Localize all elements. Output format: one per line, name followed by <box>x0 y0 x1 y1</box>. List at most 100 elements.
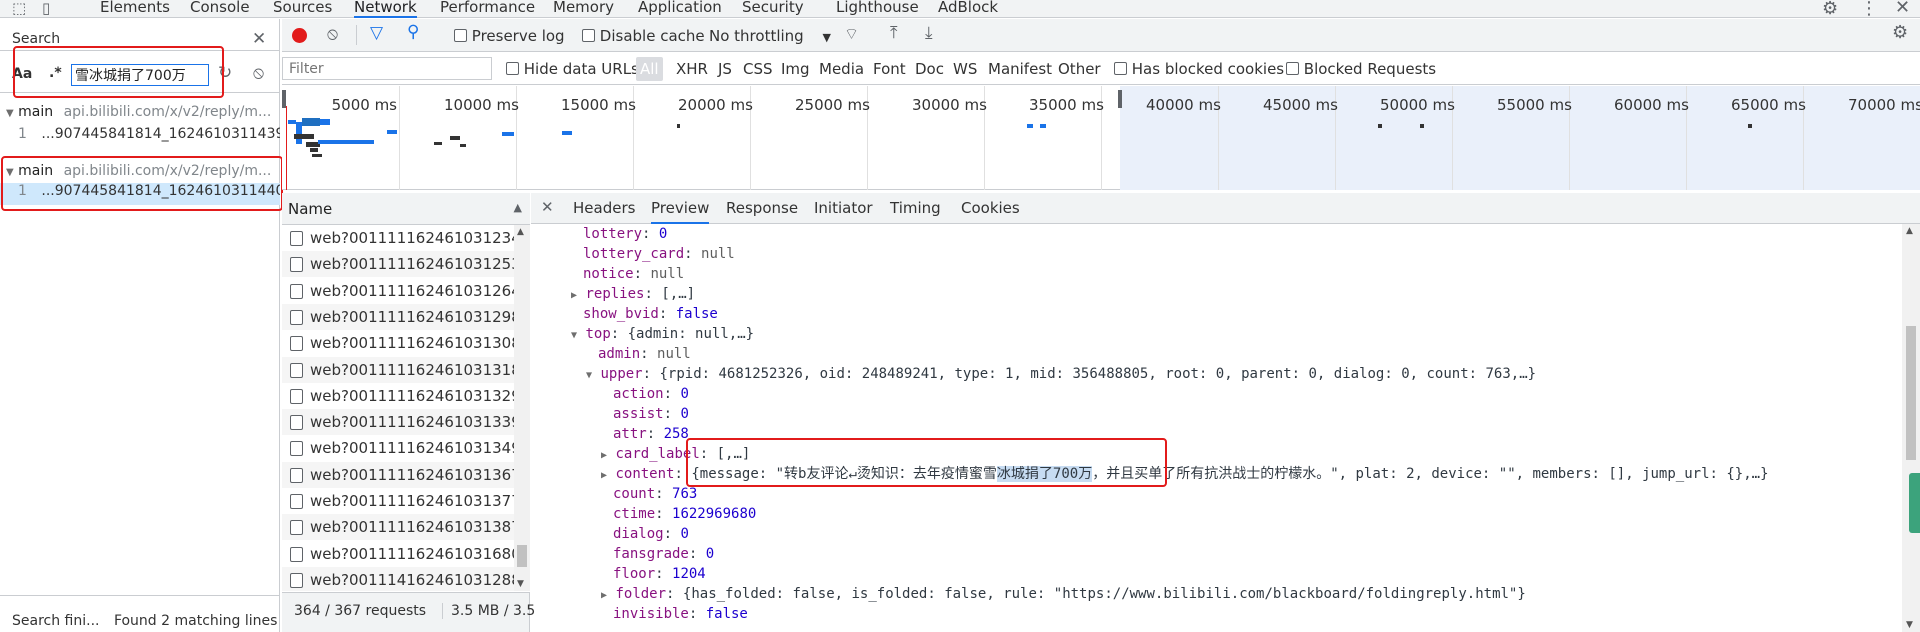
device-toolbar-icon[interactable]: ▯ <box>42 1 50 16</box>
refresh-icon[interactable]: ↻ <box>218 65 232 82</box>
has-blocked-cookies-checkbox[interactable]: Has blocked cookies <box>1114 60 1284 78</box>
tab-response[interactable]: Response <box>726 193 798 224</box>
close-icon[interactable]: ✕ <box>1895 0 1910 17</box>
throttling-select[interactable]: No throttling ▼ <box>709 27 831 47</box>
network-conditions-icon[interactable]: ⌔ <box>844 26 859 42</box>
search-result-line[interactable]: 1 ...907445841814_1624610311440({... <box>0 183 280 205</box>
expand-triangle-icon[interactable]: ▶ <box>601 590 607 601</box>
tab-memory[interactable]: Memory <box>553 0 614 18</box>
request-row[interactable]: web?00111116246103131881 <box>282 356 526 383</box>
regex-toggle[interactable]: .* <box>49 65 62 81</box>
overview-handle[interactable] <box>1118 90 1122 108</box>
disable-cache-checkbox[interactable]: Disable cache <box>582 27 705 45</box>
tab-timing[interactable]: Timing <box>890 193 941 224</box>
inspect-element-icon[interactable]: ⬚ <box>12 1 26 16</box>
scroll-thumb[interactable] <box>517 545 527 567</box>
search-result-group[interactable]: ▼ main api.bilibili.com/x/v2/reply/m... <box>6 163 276 185</box>
type-filter-font[interactable]: Font <box>873 60 906 78</box>
type-filter-js[interactable]: JS <box>718 60 732 78</box>
type-filter-media[interactable]: Media <box>819 60 864 78</box>
request-row[interactable]: web?00111116246103134951 <box>282 435 526 462</box>
tab-performance[interactable]: Performance <box>440 0 535 18</box>
search-status-right: Found 2 matching lines ... <box>113 613 296 629</box>
clear-log-icon[interactable]: ⦸ <box>327 26 338 43</box>
search-icon[interactable]: ⚲ <box>407 24 419 41</box>
side-widget[interactable] <box>1909 473 1920 533</box>
type-filter-other[interactable]: Other <box>1058 60 1101 78</box>
tab-headers[interactable]: Headers <box>573 193 635 224</box>
hide-data-urls-checkbox[interactable]: Hide data URLs <box>506 60 639 78</box>
request-name: web?00111116246103125381 <box>310 255 526 274</box>
collapse-triangle-icon[interactable]: ▼ <box>571 330 577 341</box>
search-result-group[interactable]: ▼ main api.bilibili.com/x/v2/reply/m... <box>6 104 276 126</box>
json-line-card-label[interactable]: ▶ card_label: [,…] <box>601 444 750 466</box>
json-line-top[interactable]: ▼ top: {admin: null,…} <box>571 324 754 346</box>
scroll-down-icon[interactable]: ▼ <box>517 579 524 589</box>
request-row[interactable]: web?00111116246103133921 <box>282 409 526 436</box>
type-filter-img[interactable]: Img <box>781 60 810 78</box>
tab-security[interactable]: Security <box>742 0 804 18</box>
request-row[interactable]: web?00111416246103128831 <box>282 566 526 591</box>
search-result-line[interactable]: 1 ...907445841814_1624610311439({... <box>18 126 280 148</box>
search-input[interactable] <box>71 64 209 86</box>
request-row[interactable]: web?00111116246103125381 <box>282 251 526 278</box>
json-line-content[interactable]: ▶ content: {message: "转b友评论↵烫知识：去年疫情蜜雪冰城… <box>601 464 1769 486</box>
json-line-folder[interactable]: ▶ folder: {has_folded: false, is_folded:… <box>601 584 1526 606</box>
more-icon[interactable]: ⋮ <box>1860 0 1878 18</box>
import-har-icon[interactable]: ⤒ <box>890 25 898 42</box>
request-row[interactable]: web?00111116246103130861 <box>282 330 526 357</box>
json-line-upper[interactable]: ▼ upper: {rpid: 4681252326, oid: 2484892… <box>586 364 1536 386</box>
request-row[interactable]: web?00111116246103132901 <box>282 382 526 409</box>
request-row[interactable]: web?00111116246103126491 <box>282 277 526 304</box>
close-detail-icon[interactable]: ✕ <box>541 200 554 215</box>
type-filter-css[interactable]: CSS <box>743 60 773 78</box>
filter-input[interactable] <box>282 57 492 80</box>
preview-scrollbar[interactable]: ▲ ▼ <box>1902 224 1920 632</box>
close-search-icon[interactable]: ✕ <box>252 31 266 48</box>
json-line-replies[interactable]: ▶ replies: [,…] <box>571 284 695 306</box>
tab-adblock[interactable]: AdBlock <box>938 0 998 18</box>
tab-initiator[interactable]: Initiator <box>814 193 873 224</box>
network-settings-icon[interactable]: ⚙ <box>1892 24 1908 42</box>
collapse-triangle-icon[interactable]: ▼ <box>586 370 592 381</box>
type-filter-xhr[interactable]: XHR <box>676 60 708 78</box>
expand-triangle-icon[interactable]: ▶ <box>571 290 577 301</box>
request-row[interactable]: web?00111116246103137741 <box>282 488 526 514</box>
tab-application[interactable]: Application <box>638 0 722 18</box>
request-row[interactable]: web?00111116246103136721 <box>282 461 526 488</box>
tab-sources[interactable]: Sources <box>273 0 332 18</box>
request-list[interactable]: Name ▲ web?00111116246103123461 web?00111… <box>282 193 530 591</box>
json-line-fansgrade: fansgrade: 0 <box>613 546 715 562</box>
request-row[interactable]: web?00111116246103129851 <box>282 303 526 330</box>
scroll-up-icon[interactable]: ▲ <box>517 227 524 237</box>
match-case-toggle[interactable]: Aa <box>12 66 32 82</box>
scrollbar[interactable]: ▲ ▼ <box>514 225 530 591</box>
scroll-up-icon[interactable]: ▲ <box>1906 226 1913 236</box>
blocked-requests-checkbox[interactable]: Blocked Requests <box>1286 60 1436 78</box>
preserve-log-checkbox[interactable]: Preserve log <box>454 27 565 45</box>
export-har-icon[interactable]: ⤓ <box>925 25 933 42</box>
type-filter-manifest[interactable]: Manifest <box>988 60 1052 78</box>
type-filter-all[interactable]: All <box>636 57 663 81</box>
tab-elements[interactable]: Elements <box>100 0 170 18</box>
tab-cookies[interactable]: Cookies <box>961 193 1020 224</box>
scroll-down-icon[interactable]: ▼ <box>1906 620 1913 630</box>
request-row[interactable]: web?00111116246103168061 <box>282 540 526 567</box>
network-overview[interactable]: 5000 ms 10000 ms 15000 ms 20000 ms 25000 ms 3… <box>282 86 1920 190</box>
scroll-thumb[interactable] <box>1906 326 1916 460</box>
clear-icon[interactable]: ⦸ <box>253 65 264 82</box>
filter-icon[interactable]: ▽ <box>370 25 383 42</box>
request-row[interactable]: web?00111116246103138761 <box>282 514 526 541</box>
type-filter-doc[interactable]: Doc <box>915 60 944 78</box>
tab-lighthouse[interactable]: Lighthouse <box>836 0 919 18</box>
name-column-header[interactable]: Name ▲ <box>282 193 530 225</box>
expand-triangle-icon[interactable]: ▶ <box>601 470 607 481</box>
tab-network[interactable]: Network <box>354 0 417 18</box>
record-button[interactable] <box>292 28 307 43</box>
request-row[interactable]: web?00111116246103123461 <box>282 225 526 251</box>
gear-icon[interactable]: ⚙ <box>1822 0 1838 18</box>
tab-console[interactable]: Console <box>190 0 250 18</box>
tab-preview[interactable]: Preview <box>651 193 710 224</box>
expand-triangle-icon[interactable]: ▶ <box>601 450 607 461</box>
type-filter-ws[interactable]: WS <box>953 60 977 78</box>
